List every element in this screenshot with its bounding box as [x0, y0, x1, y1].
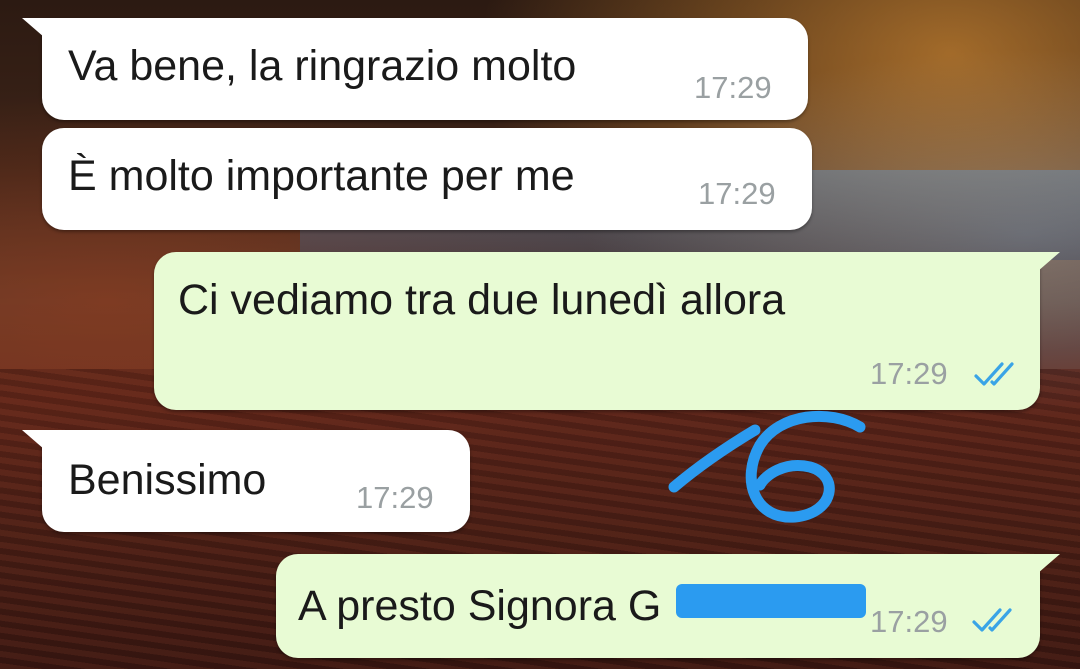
message-bubble-outgoing[interactable]: Ci vediamo tra due lunedì allora 17:29 — [154, 252, 1040, 410]
message-bubble-incoming[interactable]: Va bene, la ringrazio molto 17:29 — [42, 18, 808, 120]
message-bubble-outgoing[interactable]: A presto Signora G 17:29 — [276, 554, 1040, 658]
message-text: Benissimo — [68, 456, 267, 504]
message-text: È molto importante per me — [68, 152, 575, 200]
bubble-tail-icon — [22, 430, 52, 456]
double-check-icon — [974, 362, 1014, 386]
redaction-mark — [676, 584, 866, 618]
message-text: Va bene, la ringrazio molto — [68, 42, 577, 90]
message-text: Ci vediamo tra due lunedì allora — [178, 276, 786, 324]
message-time: 17:29 — [698, 176, 776, 211]
message-time: 17:29 — [870, 356, 948, 391]
double-check-icon — [972, 608, 1012, 632]
bubble-tail-icon — [1030, 554, 1060, 580]
message-time: 17:29 — [694, 70, 772, 105]
message-bubble-incoming[interactable]: Benissimo 17:29 — [42, 430, 470, 532]
message-text: A presto Signora G — [298, 582, 662, 630]
message-time: 17:29 — [356, 480, 434, 515]
bubble-tail-icon — [22, 18, 52, 44]
handwritten-annotation — [668, 410, 866, 523]
message-time: 17:29 — [870, 604, 948, 639]
bubble-tail-icon — [1030, 252, 1060, 278]
message-bubble-incoming[interactable]: È molto importante per me 17:29 — [42, 128, 812, 230]
